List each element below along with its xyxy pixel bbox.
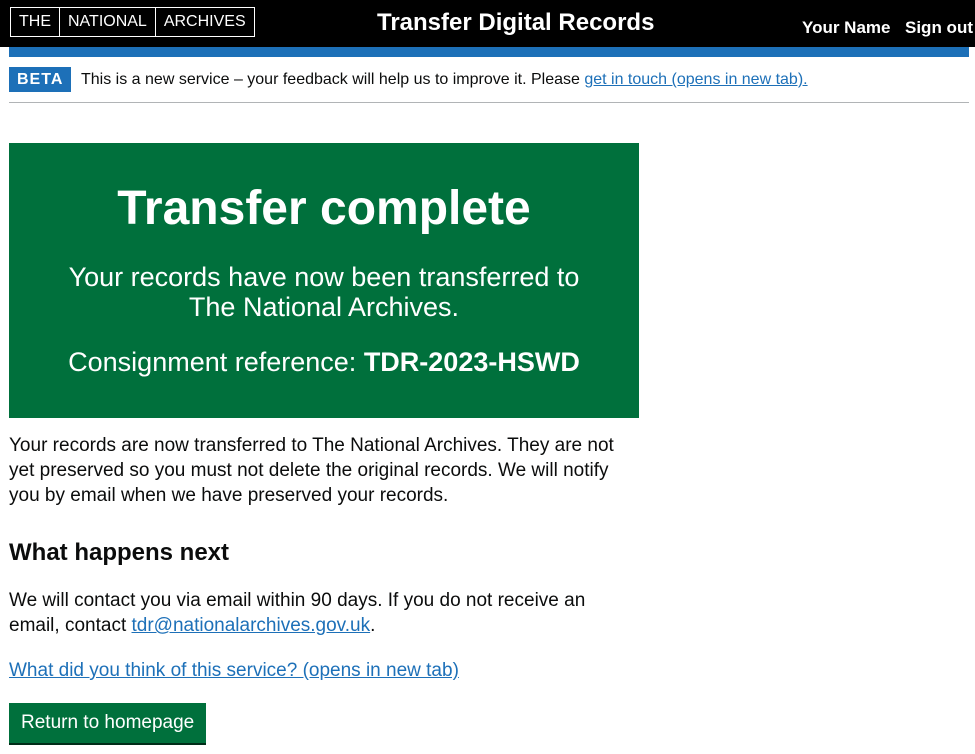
logo-part-national: NATIONAL: [59, 7, 156, 37]
service-feedback-link[interactable]: What did you think of this service? (ope…: [9, 658, 459, 683]
contact-email-link[interactable]: tdr@nationalarchives.gov.uk: [132, 615, 371, 636]
feedback-contact-link[interactable]: get in touch (opens in new tab).: [584, 71, 807, 88]
sign-out-link[interactable]: Sign out: [905, 18, 973, 38]
logo-part-archives: ARCHIVES: [154, 7, 255, 37]
logo-part-the: THE: [10, 7, 60, 37]
phase-banner-text: This is a new service – your feedback wi…: [81, 71, 808, 89]
transfer-intro-text: Your records are now transferred to The …: [9, 435, 614, 506]
contact-suffix: .: [370, 615, 376, 636]
beta-tag: BETA: [9, 67, 72, 92]
phase-banner-message: This is a new service – your feedback wi…: [81, 71, 585, 88]
user-name: Your Name: [802, 18, 891, 37]
consignment-reference: Consignment reference: TDR-2023-HSWD: [9, 347, 639, 377]
contact-paragraph: We will contact you via email within 90 …: [9, 588, 634, 638]
consignment-reference-label: Consignment reference:: [68, 347, 364, 377]
header-accent-bar: [9, 47, 969, 57]
panel-title: Transfer complete: [117, 182, 531, 235]
consignment-reference-value: TDR-2023-HSWD: [363, 347, 580, 377]
site-header: THE NATIONAL ARCHIVES Transfer Digital R…: [0, 0, 975, 47]
what-happens-next-heading: What happens next: [9, 539, 230, 566]
service-name[interactable]: Transfer Digital Records: [377, 9, 654, 37]
panel-body: Your records have now been transferred t…: [68, 262, 580, 322]
national-archives-logo[interactable]: THE NATIONAL ARCHIVES: [10, 7, 255, 37]
return-to-homepage-button[interactable]: Return to homepage: [9, 703, 207, 743]
confirmation-panel: Transfer complete Your records have now …: [9, 143, 639, 418]
phase-banner: BETA This is a new service – your feedba…: [9, 67, 969, 103]
